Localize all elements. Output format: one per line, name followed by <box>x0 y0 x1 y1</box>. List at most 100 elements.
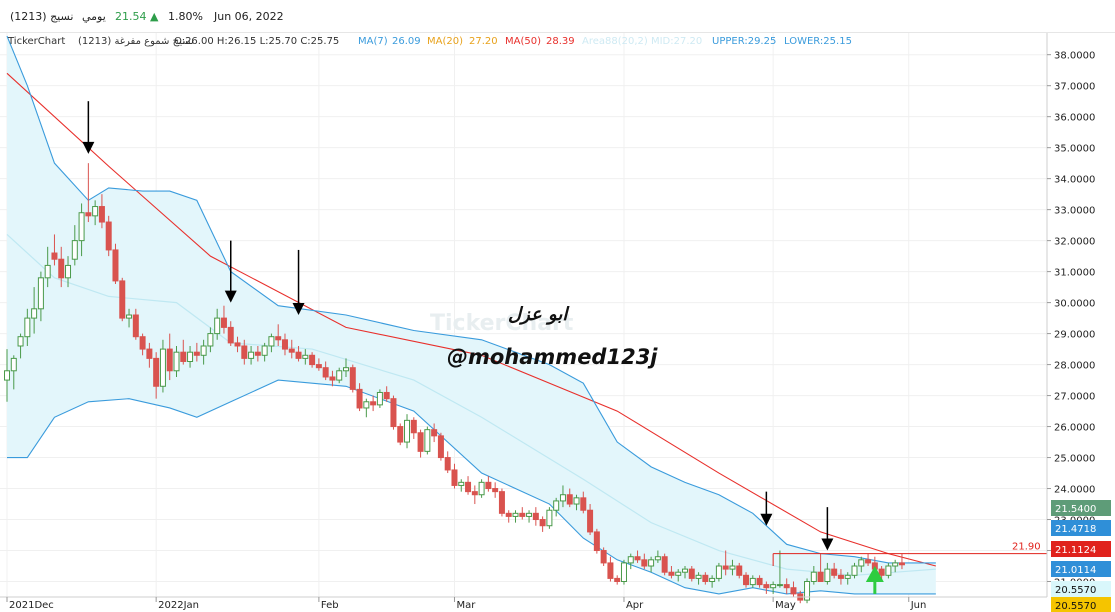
candle-body <box>648 559 655 567</box>
candle-body <box>837 574 844 579</box>
candle-body <box>336 370 343 381</box>
candle-body <box>268 336 275 347</box>
legend-ma20[interactable]: MA(20) <box>427 36 463 47</box>
candle-body <box>702 574 709 583</box>
candle-body <box>200 345 207 356</box>
change-up-icon: ▲ <box>150 10 159 23</box>
candle-body <box>44 264 51 279</box>
candle-body <box>532 512 539 521</box>
candle-body <box>275 336 282 341</box>
y-tick-label: 32.0000 <box>1054 237 1095 248</box>
candle-body <box>187 351 194 362</box>
candle-body <box>159 348 166 387</box>
candle-body <box>682 568 688 573</box>
candle-body <box>234 342 241 347</box>
candle-body <box>139 336 146 350</box>
legend-ohlc: O:26.00 H:26.15 L:25.70 C:25.75 <box>174 36 340 47</box>
candle-body <box>736 565 743 576</box>
candle-body <box>539 519 546 527</box>
candle-body <box>220 317 227 328</box>
candle-body <box>634 556 641 561</box>
candle-body <box>383 391 390 400</box>
candle-body <box>587 509 594 533</box>
period-label[interactable]: يومي <box>82 10 106 23</box>
candle-body <box>31 308 38 319</box>
candle-body <box>865 559 872 564</box>
candle-body <box>397 426 404 443</box>
candle-body <box>858 559 865 567</box>
x-axis[interactable]: 2021Dec 2022Jan Feb Mar Apr May Jun <box>6 597 926 611</box>
candle-body <box>654 556 661 561</box>
candle-body <box>370 401 377 406</box>
candle-body <box>404 419 411 443</box>
candle-body <box>10 357 17 372</box>
candle-body <box>37 277 44 310</box>
candle-body <box>783 584 790 589</box>
candle-body <box>281 339 288 350</box>
candle-body <box>471 491 478 496</box>
candle-body <box>553 500 560 511</box>
candle-body <box>831 568 838 576</box>
y-tick-label: 33.0000 <box>1054 206 1095 217</box>
candle-body <box>112 249 119 282</box>
candle-body <box>627 556 634 564</box>
candle-body <box>790 587 797 595</box>
candle-body <box>458 481 465 486</box>
candle-body <box>844 574 851 579</box>
candle-body <box>153 357 160 387</box>
indicator-legend: TickerChart نسيج شموع مفرغة (1213) O:26.… <box>0 33 1050 51</box>
change-label: 1.80% <box>168 10 203 23</box>
y-tick-label: 37.0000 <box>1054 82 1095 93</box>
y-tick-label: 27.0000 <box>1054 392 1095 403</box>
x-tick-label: Feb <box>321 600 339 611</box>
candle-body <box>254 351 261 356</box>
candle-body <box>410 419 417 434</box>
candle-body <box>593 531 600 552</box>
candle-body <box>119 280 126 319</box>
date-label: Jun 06, 2022 <box>214 10 284 23</box>
candle-body <box>376 391 383 406</box>
candle-body <box>892 562 899 567</box>
candle-body <box>559 494 566 502</box>
x-tick-label: Mar <box>456 600 476 611</box>
y-tick-label: 34.0000 <box>1054 175 1095 186</box>
candle-body <box>817 571 824 583</box>
legend-bands-mid: Area88(20,2) MID:27.20 <box>582 36 703 47</box>
y-tick-label: 24.0000 <box>1054 485 1095 496</box>
resistance-label: 21.90 <box>1012 542 1041 553</box>
candle-body <box>248 351 255 359</box>
candle-body <box>315 364 322 369</box>
candle-body <box>166 348 173 372</box>
candle-body <box>302 354 309 359</box>
legend-ma50[interactable]: MA(50) <box>505 36 541 47</box>
x-tick-label: 2021Dec <box>9 600 54 611</box>
y-tick-label: 35.0000 <box>1054 144 1095 155</box>
y-tick-label: 30.0000 <box>1054 299 1095 310</box>
price-tag-label: 21.0114 <box>1055 565 1096 576</box>
legend-lower: LOWER:25.15 <box>784 36 852 47</box>
legend-ma7[interactable]: MA(7) <box>358 36 388 47</box>
candle-body <box>214 317 221 335</box>
candle-body <box>743 574 750 586</box>
symbol-label[interactable]: نسيج (1213) <box>10 10 73 23</box>
candle-body <box>675 571 682 576</box>
candle-body <box>661 556 668 573</box>
candle-body <box>505 512 512 517</box>
candle-body <box>227 326 234 344</box>
candle-body <box>776 584 783 587</box>
author-signature: ابو عزل <box>508 304 570 325</box>
price-chart[interactable]: TickerChart 21.90 ابو عزل @mohammed123j … <box>0 33 1115 612</box>
candle-body <box>417 432 424 452</box>
candle-body <box>444 457 451 471</box>
price-tag-label: 20.5570 <box>1055 601 1096 612</box>
candle-body <box>132 314 139 338</box>
legend-upper: UPPER:29.25 <box>712 36 777 47</box>
y-tick-label: 28.0000 <box>1054 361 1095 372</box>
candle-body <box>600 550 607 564</box>
candle-body <box>24 317 31 338</box>
candle-body <box>17 336 24 347</box>
candle-body <box>261 345 268 356</box>
y-tick-label: 25.0000 <box>1054 454 1095 465</box>
y-tick-label: 31.0000 <box>1054 268 1095 279</box>
candle-body <box>688 568 695 579</box>
